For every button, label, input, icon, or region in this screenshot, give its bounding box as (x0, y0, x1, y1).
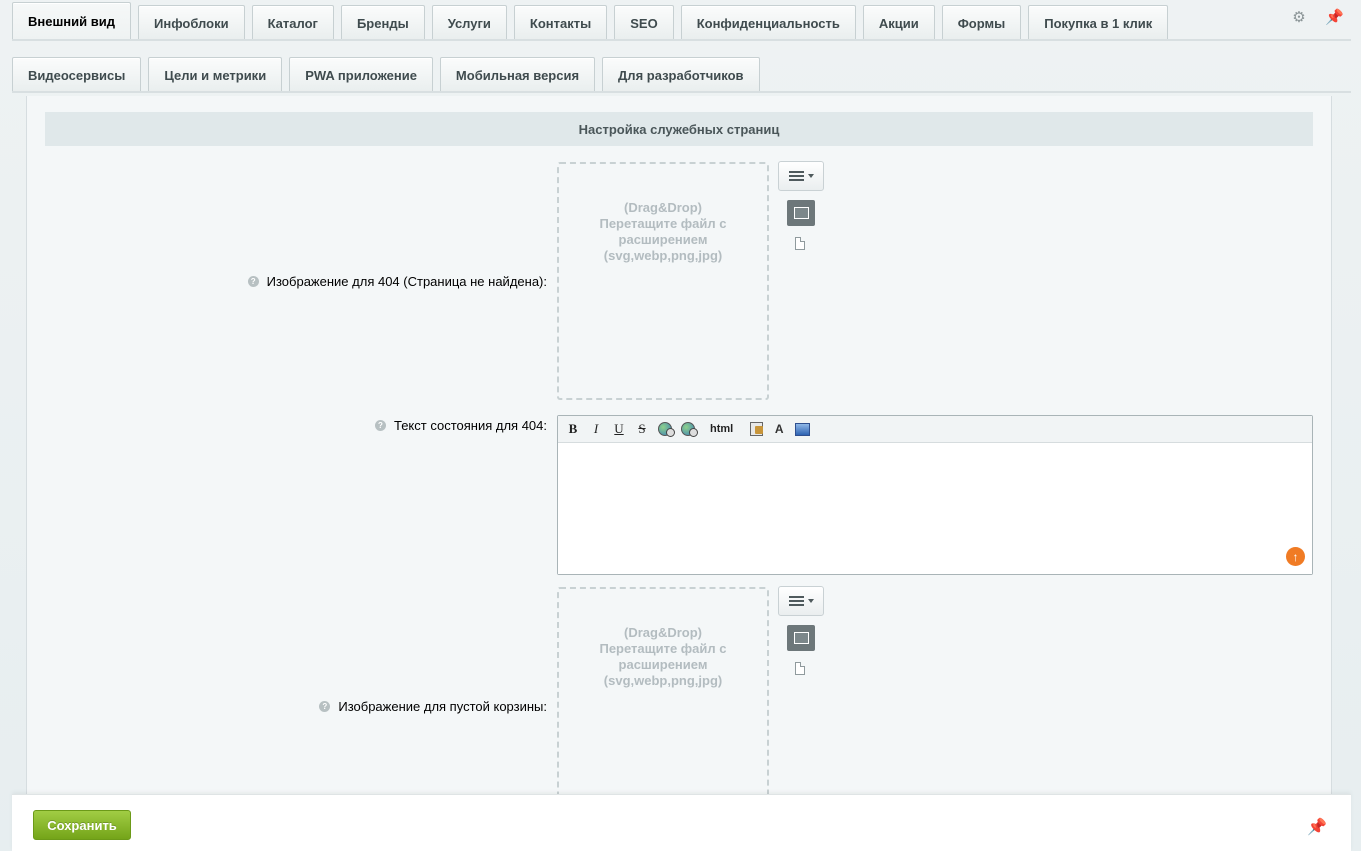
image-404-label-text: Изображение для 404 (Страница не найдена… (266, 274, 547, 289)
tab-pwa-app[interactable]: PWA приложение (289, 57, 433, 92)
image-upload-button[interactable] (787, 625, 815, 651)
tab-forms[interactable]: Формы (941, 5, 1022, 40)
text-404-editor: B I U S html A ↑ (557, 415, 1313, 575)
settings-panel: Настройка служебных страниц ? Изображени… (26, 96, 1332, 794)
tab-developers[interactable]: Для разработчиков (602, 57, 760, 92)
tab-appearance[interactable]: Внешний вид (12, 2, 131, 40)
save-button[interactable]: Сохранить (33, 810, 131, 840)
tab-contacts[interactable]: Контакты (513, 5, 608, 40)
menu-button[interactable] (778, 161, 824, 191)
dropzone-hint: расширением (618, 232, 708, 247)
image-404-label: ? Изображение для 404 (Страница не найде… (247, 274, 547, 289)
dropzone-hint: Перетащите файл с (599, 641, 727, 656)
dropzone-hint: (Drag&Drop) (624, 625, 702, 640)
tab-mobile-version[interactable]: Мобильная версия (439, 57, 596, 92)
text-404-label-text: Текст состояния для 404: (393, 418, 547, 433)
tab-brands[interactable]: Бренды (340, 5, 425, 40)
editor-toolbar: B I U S html A (558, 416, 1312, 443)
dropzone-hint: (svg,webp,png,jpg) (603, 248, 723, 263)
html-mode-button[interactable]: html (710, 420, 733, 438)
help-icon[interactable]: ? (319, 701, 331, 712)
image-empty-cart-label-text: Изображение для пустой корзины: (338, 699, 547, 714)
help-icon[interactable]: ? (247, 276, 259, 287)
tab-video-services[interactable]: Видеосервисы (12, 57, 142, 92)
image-upload-button[interactable] (787, 200, 815, 226)
dropzone-hint: (svg,webp,png,jpg) (603, 673, 723, 688)
tab-services[interactable]: Услуги (431, 5, 507, 40)
help-icon[interactable]: ? (374, 420, 386, 431)
pin-icon[interactable]: 📌 (1325, 10, 1344, 26)
unlink-icon (681, 422, 698, 437)
paste-icon (749, 422, 763, 436)
tab-infoblocks[interactable]: Инфоблоки (138, 5, 245, 40)
pin-icon[interactable]: 📌 (1307, 817, 1327, 837)
image-icon (793, 207, 809, 219)
footer-bar: Сохранить 📌 (12, 794, 1351, 851)
scroll-up-icon[interactable]: ↑ (1286, 547, 1305, 566)
remove-link-button[interactable] (679, 420, 698, 438)
image-empty-cart-controls (778, 586, 824, 675)
italic-button[interactable]: I (587, 420, 605, 438)
text-404-input[interactable] (558, 443, 1312, 574)
insert-link-button[interactable] (656, 420, 675, 438)
chevron-down-icon (807, 174, 814, 178)
tab-goals-metrics[interactable]: Цели и метрики (148, 57, 283, 92)
tab-catalog[interactable]: Каталог (251, 5, 334, 40)
bold-button[interactable]: B (564, 420, 582, 438)
tab-promotions[interactable]: Акции (862, 5, 935, 40)
image-icon (794, 422, 810, 436)
menu-button[interactable] (778, 586, 824, 616)
tabs-divider-secondary (12, 91, 1351, 93)
hamburger-icon (788, 171, 804, 181)
image-empty-cart-dropzone[interactable]: (Drag&Drop) Перетащите файл с расширение… (557, 587, 769, 794)
tabs-tools: ⚙ 📌 (1291, 10, 1344, 26)
hamburger-icon (788, 596, 804, 606)
strikethrough-button[interactable]: S (633, 420, 651, 438)
image-empty-cart-label: ? Изображение для пустой корзины: (319, 699, 547, 714)
tab-one-click-purchase[interactable]: Покупка в 1 клик (1028, 5, 1169, 40)
tab-privacy[interactable]: Конфиденциальность (680, 5, 856, 40)
dropzone-hint: (Drag&Drop) (624, 200, 702, 215)
tabs-divider (12, 39, 1351, 41)
chevron-down-icon (807, 599, 814, 603)
dropzone-hint: Перетащите файл с (599, 216, 727, 231)
tabs-row-secondary: Видеосервисы Цели и метрики PWA приложен… (12, 54, 1351, 92)
section-title: Настройка служебных страниц (45, 112, 1313, 146)
insert-image-button[interactable] (793, 420, 811, 438)
image-404-dropzone[interactable]: (Drag&Drop) Перетащите файл с расширение… (557, 162, 769, 400)
text-404-label: ? Текст состояния для 404: (374, 418, 547, 433)
tab-seo[interactable]: SEO (614, 5, 674, 40)
file-icon[interactable] (795, 662, 805, 675)
image-404-controls (778, 161, 824, 250)
file-icon[interactable] (795, 237, 805, 250)
font-icon: A (774, 422, 784, 436)
dropzone-hint: расширением (618, 657, 708, 672)
tabs-row-primary: Внешний вид Инфоблоки Каталог Бренды Усл… (12, 2, 1351, 40)
font-style-button[interactable]: A (770, 420, 788, 438)
underline-button[interactable]: U (610, 420, 628, 438)
image-icon (793, 632, 809, 644)
paste-button[interactable] (747, 420, 765, 438)
gear-icon[interactable]: ⚙ (1291, 10, 1307, 26)
link-icon (658, 422, 675, 437)
